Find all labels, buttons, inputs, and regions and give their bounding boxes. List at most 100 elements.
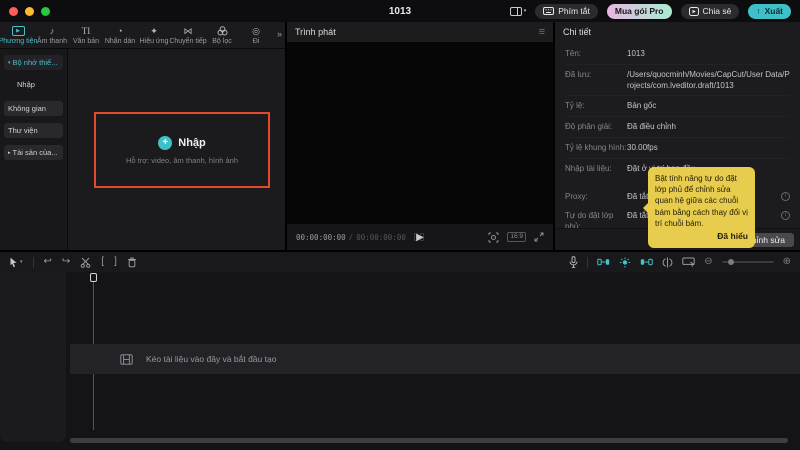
- timeline-body: Kéo tài liệu vào đây và bắt đầu tạo: [0, 272, 800, 448]
- tab-filters[interactable]: Bộ lọc: [205, 22, 239, 48]
- preview-axis-icon: [619, 257, 631, 268]
- shortcuts-label: Phím tắt: [558, 6, 590, 16]
- linkage-toggle-button[interactable]: [640, 257, 653, 267]
- redo-button[interactable]: ↪: [62, 257, 70, 267]
- trim-left-button[interactable]: [: [101, 257, 104, 267]
- aspect-ratio-button[interactable]: 16:9: [507, 232, 526, 242]
- timeline-tools-left: ▾ ↩ ↪ [ ]: [9, 257, 137, 268]
- record-voiceover-button[interactable]: [569, 256, 578, 268]
- playhead-handle[interactable]: [90, 273, 97, 282]
- export-label: Xuất: [765, 6, 783, 16]
- toolbar-divider: [33, 257, 34, 268]
- share-button[interactable]: Chia sẻ: [681, 4, 740, 19]
- track-header-gutter: [0, 272, 66, 442]
- zoom-slider-handle[interactable]: [728, 259, 734, 265]
- capcut-window: 1013 ▾ Phím tắt Mua gói Pro: [0, 0, 800, 450]
- linkage-icon: [640, 257, 653, 267]
- timecode-current: 00:00:00:00: [296, 233, 346, 242]
- preview-axis-toggle-button[interactable]: [619, 257, 631, 268]
- import-dropzone[interactable]: + Nhập: [158, 136, 206, 150]
- sidebar-item-device-storage[interactable]: ▾ Bộ nhớ thiế...: [4, 55, 63, 70]
- tab-text[interactable]: TI Văn bản: [69, 22, 103, 48]
- details-title: Chi tiết: [563, 27, 591, 37]
- detail-row-resolution: Độ phân giải: Đã điều chỉnh: [565, 122, 790, 138]
- free-overlay-tooltip: Bật tính năng tự do đặt lớp phủ để chỉnh…: [648, 167, 755, 248]
- tab-audio[interactable]: ♪ Âm thanh: [35, 22, 69, 48]
- shortcuts-button[interactable]: Phím tắt: [535, 4, 598, 19]
- scissors-icon: [80, 257, 91, 268]
- horizontal-scrollbar[interactable]: [70, 438, 788, 443]
- caret-down-icon: ▾: [8, 60, 11, 66]
- media-tabbar: ▶ Phương tiện ♪ Âm thanh TI Văn bản ◔ Nh…: [0, 22, 285, 48]
- tab-stickers[interactable]: ◔ Nhãn dán: [103, 22, 137, 48]
- track-display-icon: [682, 257, 695, 267]
- player-controls: 00:00:00:00 / 00:00:00:00 ▶ 16:9: [287, 224, 553, 250]
- plus-icon: +: [158, 136, 172, 150]
- info-icon[interactable]: i: [781, 192, 790, 201]
- audio-tab-icon: ♪: [50, 26, 55, 37]
- zoom-out-button[interactable]: ⊖: [704, 257, 712, 267]
- sidebar-item-import[interactable]: Nhập: [4, 77, 63, 92]
- track-display-button[interactable]: [682, 257, 695, 267]
- titlebar: 1013 ▾ Phím tắt Mua gói Pro: [0, 0, 800, 22]
- split-view-button[interactable]: [662, 257, 673, 268]
- toolbar-divider: [587, 257, 588, 268]
- sidebar-item-library[interactable]: Thư viện: [4, 123, 63, 138]
- tooltip-confirm-button[interactable]: Đã hiểu: [655, 231, 748, 243]
- main-panels: ▶ Phương tiện ♪ Âm thanh TI Văn bản ◔ Nh…: [0, 22, 800, 250]
- cursor-icon: [9, 257, 18, 268]
- tab-media[interactable]: ▶ Phương tiện: [1, 22, 35, 48]
- film-icon: [120, 354, 133, 365]
- snap-toggle-button[interactable]: [597, 257, 610, 267]
- tooltip-arrow: [643, 203, 648, 213]
- timeline-zoom-slider[interactable]: [722, 261, 774, 263]
- share-icon: [689, 7, 699, 16]
- player-title: Trình phát: [295, 27, 336, 37]
- player-menu-icon[interactable]: ≡: [539, 26, 545, 38]
- sidebar-item-spaces[interactable]: Không gian: [4, 101, 63, 116]
- adjust-tab-icon: ◎: [252, 26, 260, 37]
- magnet-snap-icon: [597, 257, 610, 267]
- keyboard-icon: [543, 7, 554, 15]
- trim-right-button[interactable]: ]: [114, 257, 117, 267]
- more-tabs-chevron[interactable]: »: [277, 29, 282, 39]
- sidebar-item-your-assets[interactable]: ▸ Tài sản của...: [4, 145, 63, 160]
- minimize-window-button[interactable]: [25, 7, 34, 16]
- fullscreen-icon[interactable]: [534, 232, 544, 242]
- trash-icon: [127, 257, 137, 268]
- media-tab-icon: ▶: [12, 26, 25, 36]
- maximize-window-button[interactable]: [41, 7, 50, 16]
- split-button[interactable]: [80, 257, 91, 268]
- media-panel: ▶ Phương tiện ♪ Âm thanh TI Văn bản ◔ Nh…: [0, 22, 285, 250]
- player-viewport[interactable]: [287, 42, 553, 224]
- timeline-toolbar: ▾ ↩ ↪ [ ]: [0, 252, 800, 272]
- zoom-in-button[interactable]: ⊕: [783, 257, 791, 267]
- details-header: Chi tiết: [555, 22, 800, 42]
- export-button[interactable]: ↑ Xuất: [748, 4, 791, 19]
- titlebar-actions: ▾ Phím tắt Mua gói Pro Chia sẻ ↑ Xuất: [510, 4, 791, 19]
- detail-row-name: Tên: 1013: [565, 49, 790, 65]
- timecode: 00:00:00:00 / 00:00:00:00: [296, 233, 406, 242]
- buy-pro-button[interactable]: Mua gói Pro: [607, 4, 672, 19]
- export-icon: ↑: [756, 6, 760, 16]
- layout-switch-button[interactable]: ▾: [510, 7, 527, 16]
- undo-button[interactable]: ↩: [44, 257, 52, 267]
- window-title: 1013: [389, 6, 411, 17]
- details-panel: Chi tiết Tên: 1013 Đã lưu: /Users/quocmi…: [555, 22, 800, 250]
- import-label: Nhập: [178, 137, 206, 149]
- play-button[interactable]: ▶: [416, 232, 424, 243]
- select-tool-button[interactable]: ▾: [9, 257, 23, 268]
- tab-adjust[interactable]: ◎ Đi: [239, 22, 273, 48]
- layout-icon: [510, 7, 522, 16]
- info-icon[interactable]: i: [781, 211, 790, 220]
- tab-transitions[interactable]: ⋈ Chuyển tiếp: [171, 22, 205, 48]
- text-tab-icon: TI: [82, 26, 91, 37]
- sticker-tab-icon: ◔: [117, 26, 122, 37]
- close-window-button[interactable]: [9, 7, 18, 16]
- empty-track-dropzone[interactable]: Kéo tài liệu vào đây và bắt đầu tạo: [70, 344, 800, 374]
- player-right-controls: 16:9: [488, 232, 544, 243]
- fit-screen-icon[interactable]: [488, 232, 499, 243]
- delete-button[interactable]: [127, 257, 137, 268]
- tab-effects[interactable]: ✦ Hiệu ứng: [137, 22, 171, 48]
- detail-row-saved-path: Đã lưu: /Users/quocminh/Movies/CapCut/Us…: [565, 70, 790, 97]
